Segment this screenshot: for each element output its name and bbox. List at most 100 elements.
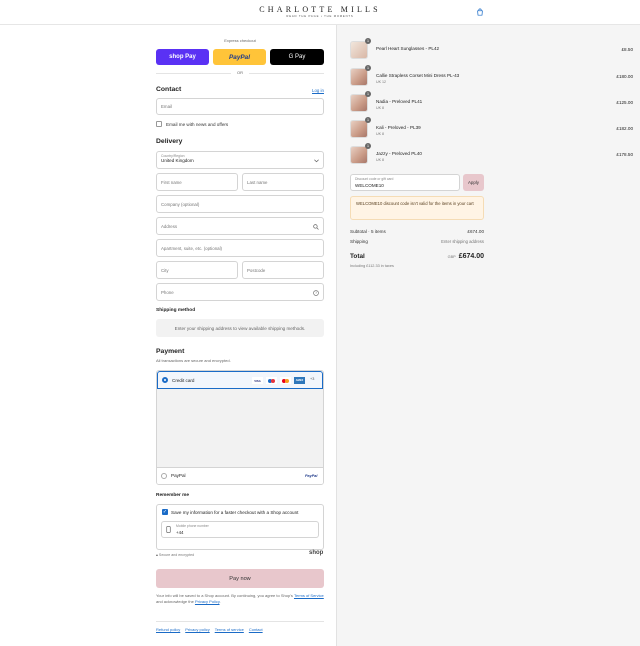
contact-title: Contact	[156, 86, 182, 93]
product-variant: UK 8	[376, 106, 384, 110]
payment-subtitle: All transactions are secure and encrypte…	[156, 358, 231, 363]
refund-policy-link[interactable]: Refund policy	[156, 627, 180, 632]
quantity-badge: 1	[365, 91, 371, 97]
site-header: CHARLOTTE MILLS READ THE PAGE • THE MOME…	[0, 0, 640, 25]
paypal-label: PayPal	[171, 473, 186, 478]
mastercard-icon	[280, 377, 291, 384]
privacy-link[interactable]: Privacy Policy	[195, 599, 220, 604]
shop-pay-button[interactable]: shop Pay	[156, 49, 209, 65]
checkout-form: Express checkout shop Pay PayPal G Pay O…	[0, 25, 336, 646]
product-name: Kali - Preloved - PL39	[376, 125, 421, 130]
city-placeholder: City	[161, 267, 169, 273]
search-icon	[313, 224, 319, 230]
shopping-bag-icon[interactable]	[476, 8, 484, 16]
credit-card-radio[interactable]	[162, 377, 168, 383]
product-price: £182.00	[616, 126, 633, 131]
svg-text:?: ?	[315, 291, 317, 295]
legal-line1: Your info will be saved to a Shop accoun…	[156, 593, 293, 598]
apply-label: Apply	[468, 180, 479, 185]
quantity-badge: 1	[365, 117, 371, 123]
legal-end: .	[219, 599, 221, 604]
express-checkout-title: Express checkout	[224, 38, 256, 43]
email-placeholder: Email	[161, 104, 172, 109]
product-name: Callie Strapless Corset Mini Dress PL-43	[376, 73, 460, 78]
or-label: OR	[231, 70, 249, 75]
postcode-placeholder: Postcode	[247, 267, 266, 273]
credit-card-label: Credit card	[172, 378, 195, 383]
discount-warning: WELCOME10 discount code isn't valid for …	[350, 196, 484, 220]
shipping-label: Shipping	[350, 239, 368, 244]
company-placeholder: Company (optional)	[161, 201, 200, 207]
google-pay-button[interactable]: G Pay	[270, 49, 324, 65]
privacy-policy-link[interactable]: Privacy policy	[185, 627, 209, 632]
terms-link[interactable]: Terms of Service	[294, 593, 324, 598]
product-variant: UK 12	[376, 80, 386, 84]
paypal-option[interactable]: PayPal PayPal	[157, 467, 323, 484]
more-cards-label: +3	[310, 377, 315, 381]
cart-item: 1 Callie Strapless Corset Mini Dress PL-…	[337, 65, 640, 91]
mobile-phone-field[interactable]: Mobile phone number +44	[161, 521, 319, 538]
legal-middle: and acknowledge the	[156, 599, 194, 604]
save-info-label: Save my information for a faster checkou…	[171, 510, 299, 515]
google-pay-label: G Pay	[288, 54, 306, 60]
total-value: £674.00	[458, 253, 484, 260]
apartment-field[interactable]: Apartment, suite, etc. (optional)	[156, 239, 324, 257]
total-label: Total	[350, 253, 365, 260]
lock-icon: 🔒︎	[156, 553, 158, 557]
quantity-badge: 1	[365, 38, 371, 44]
discount-code-value: WELCOME10	[355, 183, 384, 188]
quantity-badge: 1	[365, 143, 371, 149]
company-field[interactable]: Company (optional)	[156, 195, 324, 213]
quantity-badge: 1	[365, 65, 371, 71]
news-checkbox[interactable]	[156, 121, 162, 127]
shipping-method-note: Enter your shipping address to view avai…	[174, 325, 306, 331]
paypal-express-label: PayPal	[229, 53, 250, 61]
product-thumbnail	[350, 41, 368, 59]
maestro-icon	[266, 377, 277, 384]
cart-item: 1 Nadia - Preloved PL41 UK 8 £125.00	[337, 91, 640, 117]
apply-discount-button[interactable]: Apply	[463, 174, 484, 191]
product-price: £8.50	[621, 47, 634, 52]
product-name: Jazzy - Preloved PL40	[376, 151, 422, 156]
country-select[interactable]: Country/Region United Kingdom	[156, 151, 324, 169]
mobile-phone-label: Mobile phone number	[176, 524, 209, 528]
product-variant: UK 8	[376, 132, 384, 136]
credit-card-option[interactable]: Credit card VISA AMEX +3	[157, 371, 323, 389]
last-name-placeholder: Last name	[247, 179, 268, 185]
footer-links: Refund policy Privacy policy Terms of se…	[156, 627, 263, 632]
paypal-logo: PayPal	[305, 474, 318, 478]
secure-note: 🔒︎ Secure and encrypted	[156, 553, 194, 557]
terms-of-service-link[interactable]: Terms of service	[215, 627, 244, 632]
address-placeholder: Address	[161, 223, 178, 229]
contact-link[interactable]: Contact	[249, 627, 263, 632]
discount-code-field[interactable]: Discount code or gift card WELCOME10	[350, 174, 460, 191]
currency-code: GBP	[447, 255, 456, 259]
cart-item: 1 Kali - Preloved - PL39 UK 8 £182.00	[337, 117, 640, 143]
shipping-method-title: Shipping method	[156, 308, 196, 313]
mobile-phone-icon	[166, 526, 171, 533]
city-field[interactable]: City	[156, 261, 238, 279]
help-icon[interactable]: ?	[313, 290, 319, 296]
last-name-field[interactable]: Last name	[242, 173, 324, 191]
product-price: £178.50	[616, 152, 633, 157]
shop-pay-label: shop Pay	[169, 54, 196, 60]
postcode-field[interactable]: Postcode	[242, 261, 324, 279]
first-name-placeholder: First name	[161, 179, 182, 185]
cart-item: 1 Jazzy - Preloved PL40 UK 8 £178.50	[337, 143, 640, 169]
product-name: Pearl Heart Sunglasses - PL42	[376, 46, 440, 51]
amex-icon: AMEX	[294, 377, 305, 384]
address-field[interactable]: Address	[156, 217, 324, 235]
remember-me-box: ✓ Save my information for a faster check…	[156, 504, 324, 550]
order-summary: 1 Pearl Heart Sunglasses - PL42 £8.50 1 …	[336, 25, 640, 646]
save-info-checkbox[interactable]: ✓	[162, 509, 168, 515]
phone-field[interactable]: Phone ?	[156, 283, 324, 301]
paypal-radio[interactable]	[161, 473, 167, 479]
pay-now-button[interactable]: Pay now	[156, 569, 324, 588]
login-link[interactable]: Log in	[312, 88, 324, 93]
first-name-field[interactable]: First name	[156, 173, 238, 191]
brand-logo[interactable]: CHARLOTTE MILLS	[0, 5, 640, 14]
discount-code-label: Discount code or gift card	[355, 177, 394, 181]
email-field[interactable]: Email	[156, 98, 324, 115]
paypal-express-button[interactable]: PayPal	[213, 49, 266, 65]
brand-tagline: READ THE PAGE • THE MOMENTS	[286, 14, 354, 18]
